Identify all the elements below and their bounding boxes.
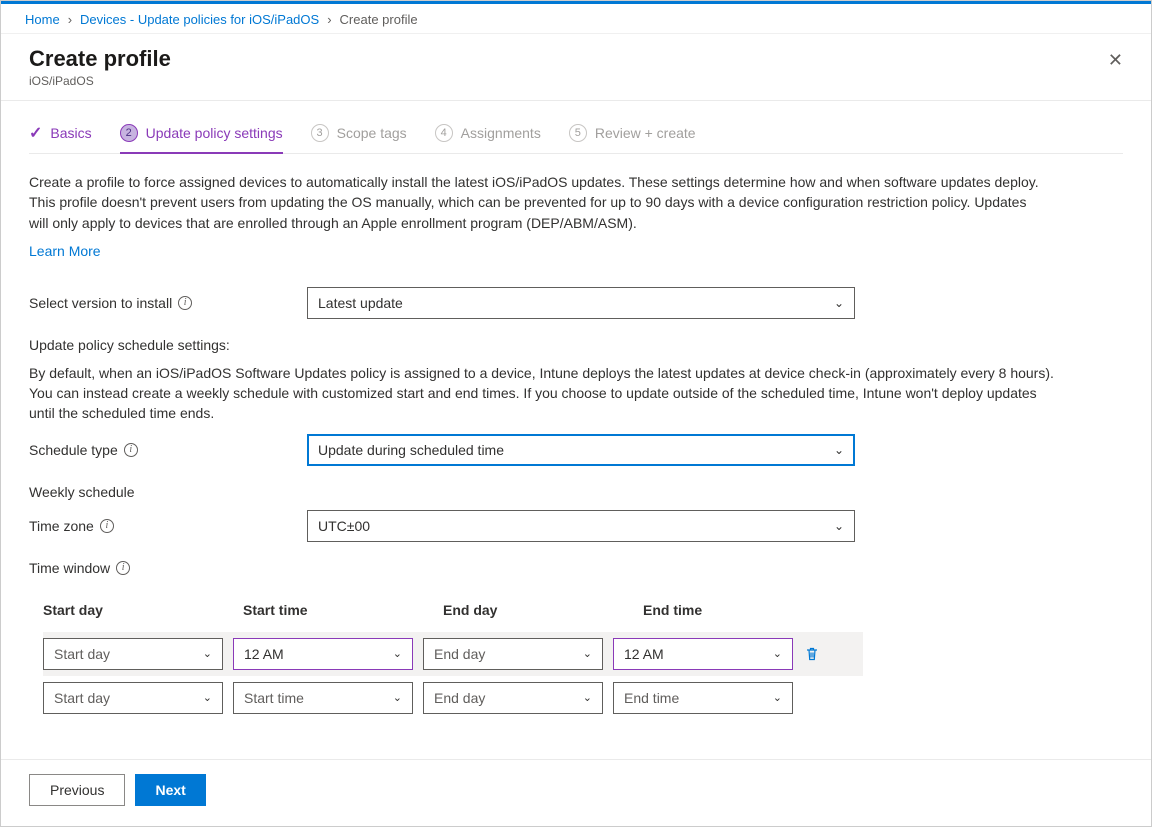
start-time-select[interactable]: Start time⌄ <box>233 682 413 714</box>
chevron-down-icon: ⌄ <box>583 647 592 660</box>
breadcrumb-home[interactable]: Home <box>25 12 60 27</box>
tab-update-policy-settings[interactable]: 2 Update policy settings <box>120 124 283 154</box>
learn-more-link[interactable]: Learn More <box>29 243 101 259</box>
chevron-down-icon: ⌄ <box>203 691 212 704</box>
chevron-down-icon: ⌄ <box>393 647 402 660</box>
version-select[interactable]: Latest update ⌄ <box>307 287 855 319</box>
breadcrumb-devices[interactable]: Devices - Update policies for iOS/iPadOS <box>80 12 319 27</box>
schedule-desc: By default, when an iOS/iPadOS Software … <box>29 363 1059 424</box>
time-window-table: Start day Start time End day End time St… <box>43 596 863 720</box>
chevron-down-icon: ⌄ <box>834 443 844 457</box>
wizard-tabs: ✓ Basics 2 Update policy settings 3 Scop… <box>29 101 1123 154</box>
end-day-select[interactable]: End day⌄ <box>423 682 603 714</box>
col-start-day: Start day <box>43 602 233 618</box>
page-title: Create profile <box>29 46 171 72</box>
weekly-schedule-label: Weekly schedule <box>29 484 1123 500</box>
tab-review-create[interactable]: 5 Review + create <box>569 124 696 152</box>
info-icon[interactable]: i <box>116 561 130 575</box>
tab-scope-tags[interactable]: 3 Scope tags <box>311 124 407 152</box>
chevron-right-icon: › <box>68 12 72 27</box>
col-end-time: End time <box>643 602 833 618</box>
col-end-day: End day <box>443 602 633 618</box>
chevron-down-icon: ⌄ <box>773 691 782 704</box>
intro-text: Create a profile to force assigned devic… <box>29 172 1049 233</box>
end-day-select[interactable]: End day⌄ <box>423 638 603 670</box>
start-time-select[interactable]: 12 AM⌄ <box>233 638 413 670</box>
info-icon[interactable]: i <box>100 519 114 533</box>
start-day-select[interactable]: Start day⌄ <box>43 682 223 714</box>
info-icon[interactable]: i <box>124 443 138 457</box>
page-subtitle: iOS/iPadOS <box>29 74 171 88</box>
schedule-settings-label: Update policy schedule settings: <box>29 337 1123 353</box>
trash-icon[interactable] <box>803 645 821 663</box>
chevron-down-icon: ⌄ <box>203 647 212 660</box>
end-time-select[interactable]: 12 AM⌄ <box>613 638 793 670</box>
col-start-time: Start time <box>243 602 433 618</box>
table-row: Start day⌄ Start time⌄ End day⌄ End time… <box>43 676 863 720</box>
schedule-type-select[interactable]: Update during scheduled time ⌄ <box>307 434 855 466</box>
start-day-select[interactable]: Start day⌄ <box>43 638 223 670</box>
chevron-right-icon: › <box>327 12 331 27</box>
tab-basics[interactable]: ✓ Basics <box>29 123 92 153</box>
chevron-down-icon: ⌄ <box>583 691 592 704</box>
breadcrumb-current: Create profile <box>340 12 418 27</box>
breadcrumb: Home › Devices - Update policies for iOS… <box>1 4 1151 34</box>
table-row: Start day⌄ 12 AM⌄ End day⌄ 12 AM⌄ <box>43 632 863 676</box>
version-label: Select version to install <box>29 295 172 311</box>
chevron-down-icon: ⌄ <box>834 296 844 310</box>
close-icon[interactable]: ✕ <box>1104 46 1127 75</box>
previous-button[interactable]: Previous <box>29 774 125 806</box>
next-button[interactable]: Next <box>135 774 205 806</box>
timezone-select[interactable]: UTC±00 ⌄ <box>307 510 855 542</box>
chevron-down-icon: ⌄ <box>773 647 782 660</box>
info-icon[interactable]: i <box>178 296 192 310</box>
timezone-label: Time zone <box>29 518 94 534</box>
timewindow-label: Time window <box>29 560 110 576</box>
schedule-type-label: Schedule type <box>29 442 118 458</box>
chevron-down-icon: ⌄ <box>393 691 402 704</box>
end-time-select[interactable]: End time⌄ <box>613 682 793 714</box>
chevron-down-icon: ⌄ <box>834 519 844 533</box>
tab-assignments[interactable]: 4 Assignments <box>435 124 541 152</box>
checkmark-icon: ✓ <box>29 123 42 143</box>
